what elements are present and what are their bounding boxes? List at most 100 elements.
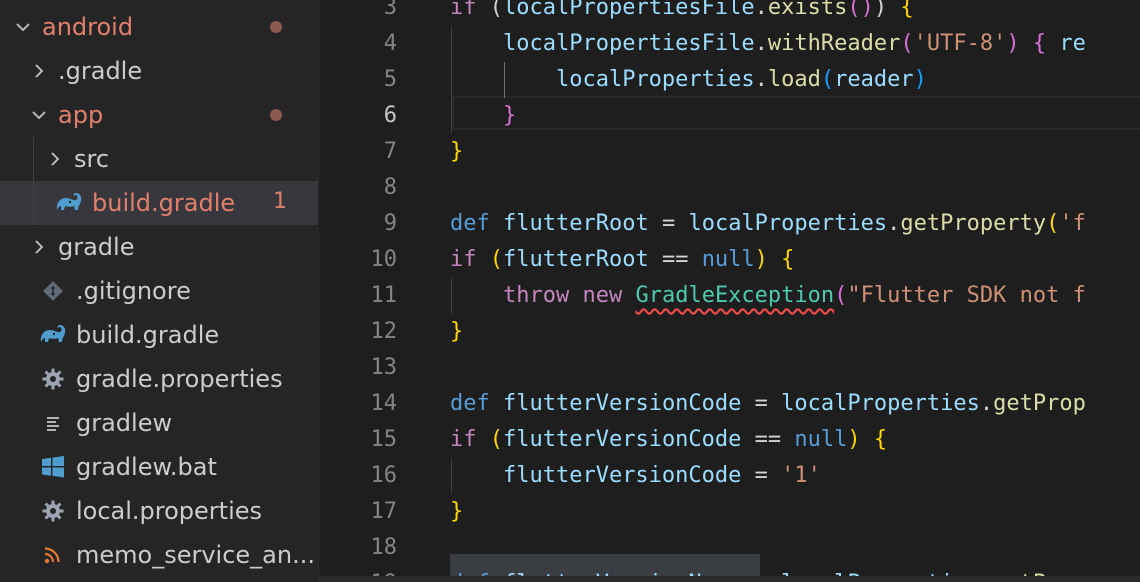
code-line[interactable]: localProperties.load(reader) (450, 62, 927, 98)
code-token: ) (847, 427, 861, 452)
chevron-right-icon[interactable] (28, 236, 50, 258)
gear-icon (38, 366, 68, 392)
chevron-down-icon[interactable] (12, 16, 34, 38)
code-token: () (847, 0, 874, 20)
code-line[interactable]: } (450, 134, 463, 170)
code-token: ( (489, 247, 503, 272)
line-number: 17 (370, 499, 398, 524)
code-token: = (648, 211, 689, 236)
tree-item-gradle[interactable]: .gradle (0, 49, 318, 93)
tree-item-label: local.properties (76, 497, 263, 525)
line-number: 4 (383, 31, 397, 56)
line-number: 16 (370, 463, 398, 488)
chevron-right-icon[interactable] (28, 60, 50, 82)
tree-item-label: android (42, 13, 134, 41)
code-token: if (450, 0, 477, 20)
code-line[interactable]: flutterVersionCode = '1' (450, 458, 821, 494)
code-token: reader (834, 67, 914, 92)
code-token: . (754, 67, 768, 92)
code-token: { (873, 427, 888, 452)
code-line[interactable]: } (450, 98, 516, 134)
gradle-elephant-icon (54, 190, 84, 216)
chevron-right-icon[interactable] (44, 148, 66, 170)
code-token: '1' (781, 463, 821, 488)
line-number: 18 (370, 535, 398, 560)
windows-icon (38, 454, 68, 480)
code-token: == (648, 247, 702, 272)
code-line[interactable]: def flutterVersionCode = localProperties… (450, 386, 1086, 422)
code-line[interactable]: } (450, 494, 463, 530)
tree-item-gradle-properties[interactable]: gradle.properties (0, 357, 318, 401)
code-line[interactable]: throw new GradleException("Flutter SDK n… (450, 278, 1086, 314)
code-line[interactable]: localPropertiesFile.withReader('UTF-8') … (450, 26, 1086, 62)
code-token: ( (900, 31, 914, 56)
tree-item-build-gradle[interactable]: build.gradle (0, 313, 318, 357)
tree-item-label: build.gradle (92, 189, 236, 217)
code-token: "Flutter SDK not f (847, 283, 1086, 308)
modified-dot (270, 109, 282, 121)
tree-item-android[interactable]: android (0, 5, 318, 49)
tree-item-build-gradle[interactable]: build.gradle 1 (0, 181, 318, 225)
code-token: def (450, 211, 490, 236)
code-token: } (450, 499, 464, 524)
tree-item-gitignore[interactable]: .gitignore (0, 269, 318, 313)
gradle-elephant-icon (38, 322, 68, 348)
code-line[interactable]: def flutterRoot = localProperties.getPro… (450, 206, 1086, 242)
problem-count-badge: 1 (273, 189, 287, 214)
chevron-down-icon[interactable] (28, 104, 50, 126)
tree-item-src[interactable]: src (0, 137, 318, 181)
code-token: ) (913, 67, 927, 92)
code-token: } (502, 103, 517, 128)
current-line-highlight (452, 96, 1140, 130)
code-token: ( (834, 283, 848, 308)
horizontal-scrollbar[interactable] (319, 576, 1140, 582)
code-token: { (1032, 31, 1047, 56)
line-number: 6 (383, 103, 397, 128)
code-line[interactable]: if (flutterVersionCode == null) { (450, 422, 887, 458)
code-line[interactable]: if (flutterRoot == null) { (450, 242, 794, 278)
code-token: getProperty (900, 211, 1047, 236)
code-token: . (754, 31, 768, 56)
code-line[interactable]: } (450, 314, 463, 350)
code-token: new (582, 283, 623, 308)
tree-item-label: .gitignore (76, 277, 191, 305)
line-number: 3 (383, 0, 397, 20)
explorer-sidebar: android .gradle app src build.gradle 1 gradle.… (0, 0, 318, 582)
tree-item-memo-service-an[interactable]: memo_service_an... (0, 533, 318, 577)
tree-item-label: src (74, 145, 110, 173)
code-line[interactable]: if (localPropertiesFile.exists()) { (450, 0, 914, 26)
code-token: flutterRoot (503, 211, 649, 236)
tree-item-label: gradlew (76, 409, 173, 437)
tree-item-label: .gradle (58, 57, 143, 85)
code-token: = (741, 463, 782, 488)
tree-item-gradle[interactable]: gradle (0, 225, 318, 269)
code-token: localProperties (688, 211, 888, 236)
tree-item-app[interactable]: app (0, 93, 318, 137)
git-icon (38, 278, 68, 304)
code-token: localProperties (555, 67, 755, 92)
code-token: getProp (993, 391, 1086, 416)
code-token: . (887, 211, 901, 236)
code-token: ) (873, 0, 901, 20)
code-token: ( (489, 427, 503, 452)
code-token: if (450, 247, 477, 272)
code-editor[interactable]: 345678910111213141516171819 if (localPro… (319, 0, 1140, 582)
code-token: if (450, 427, 477, 452)
lines-icon (38, 410, 68, 436)
line-number: 14 (370, 391, 398, 416)
code-token: ( (476, 0, 503, 20)
code-token: { (900, 0, 914, 20)
tree-item-local-properties[interactable]: local.properties (0, 489, 318, 533)
code-token: 'f (1059, 211, 1086, 236)
rss-icon (38, 542, 68, 568)
tree-item-gradlew[interactable]: gradlew (0, 401, 318, 445)
indent-guide (33, 137, 34, 225)
tree-item-gradlew-bat[interactable]: gradlew.bat (0, 445, 318, 489)
